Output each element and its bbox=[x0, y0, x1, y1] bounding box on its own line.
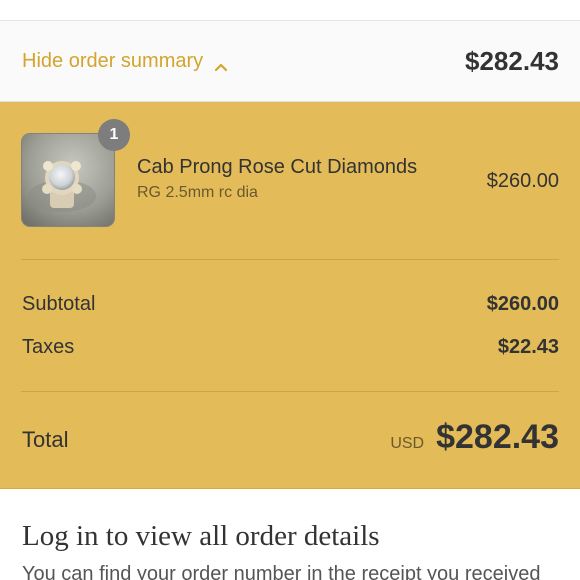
order-summary-toggle-bar[interactable]: Hide order summary $282.43 bbox=[0, 21, 580, 102]
quantity-badge: 1 bbox=[98, 119, 130, 151]
login-description: You can find your order number in the re… bbox=[22, 563, 541, 580]
login-heading: Log in to view all order details bbox=[22, 520, 380, 552]
top-strip bbox=[0, 0, 580, 21]
total-value: $282.43 bbox=[436, 418, 559, 456]
product-price: $260.00 bbox=[486, 170, 559, 192]
hide-order-summary-button[interactable]: Hide order summary bbox=[22, 50, 229, 73]
product-name: Cab Prong Rose Cut Diamonds bbox=[137, 156, 418, 178]
product-thumbnail bbox=[21, 133, 115, 227]
summary-toggle-total: $282.43 bbox=[465, 46, 559, 76]
order-status-page: Hide order summary $282.43 1 Cab Prong R… bbox=[0, 0, 580, 580]
total-label: Total bbox=[22, 427, 69, 452]
order-summary-panel: 1 Cab Prong Rose Cut Diamonds RG 2.5mm r… bbox=[0, 102, 580, 489]
total-amount: USD $282.43 bbox=[390, 418, 559, 457]
subtotal-label: Subtotal bbox=[22, 293, 96, 315]
taxes-label: Taxes bbox=[22, 336, 75, 358]
divider bbox=[21, 391, 559, 392]
product-variant: RG 2.5mm rc dia bbox=[137, 184, 258, 201]
currency-code: USD bbox=[390, 435, 425, 452]
chevron-up-icon bbox=[213, 56, 229, 71]
taxes-value: $22.43 bbox=[497, 336, 559, 358]
hide-order-summary-label[interactable]: Hide order summary bbox=[22, 50, 203, 73]
subtotal-value: $260.00 bbox=[486, 293, 559, 315]
divider bbox=[21, 259, 559, 260]
